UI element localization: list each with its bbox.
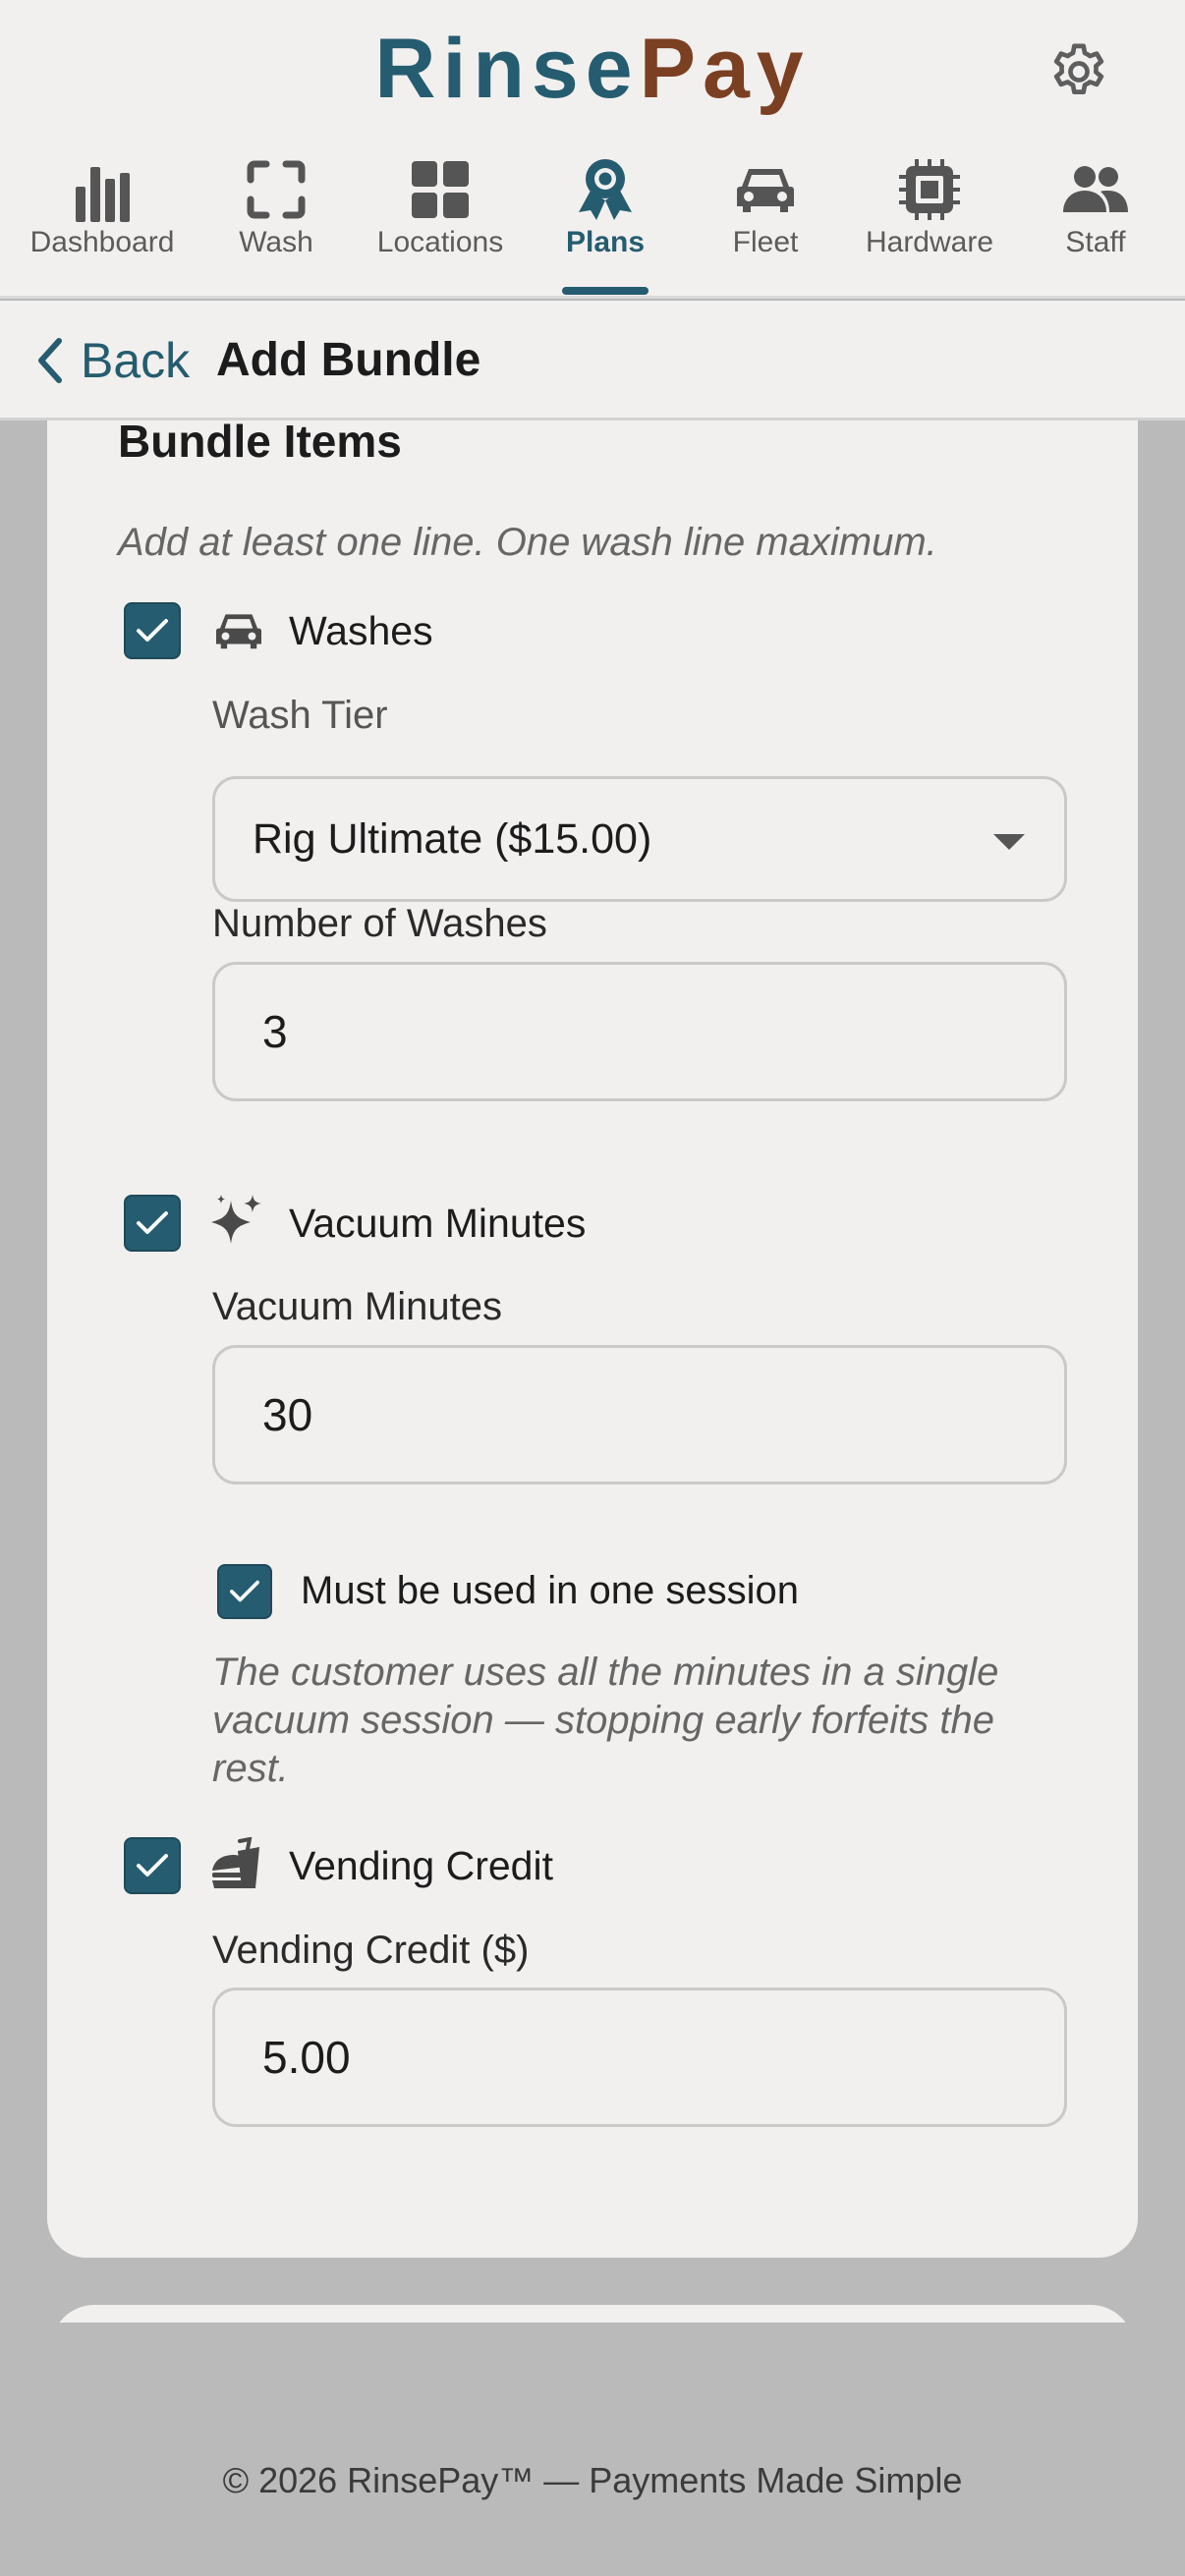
nav-label-staff: Staff [1065, 226, 1126, 258]
nav-item-plans[interactable]: Plans [522, 147, 689, 299]
checkmark-icon [137, 619, 168, 642]
nav-label-plans: Plans [565, 226, 646, 258]
award-ribbon-icon [571, 155, 640, 224]
single-session-help: The customer uses all the minutes in a s… [212, 1651, 999, 1790]
active-tab-indicator [562, 287, 649, 295]
nav-item-locations[interactable]: Locations [357, 147, 524, 299]
settings-button[interactable] [1044, 37, 1113, 106]
car-icon [731, 155, 800, 224]
bar-chart-icon [68, 155, 137, 224]
wash-tier-label: Wash Tier [212, 694, 388, 737]
nav-item-fleet[interactable]: Fleet [682, 147, 849, 299]
vending-credit-value: 5.00 [262, 2032, 351, 2083]
nav-label-hardware: Hardware [865, 226, 994, 258]
grid-icon [406, 155, 475, 224]
section-hint: Add at least one line. One wash line max… [118, 521, 937, 564]
checkmark-icon [230, 1580, 259, 1602]
back-button[interactable]: Back [35, 328, 190, 393]
brand-name-part-1: Rinse [374, 22, 640, 116]
app-header: RinsePay Dashboard Wash Locations Plans … [0, 0, 1185, 299]
nav-item-wash[interactable]: Wash [193, 147, 360, 299]
main-nav: Dashboard Wash Locations Plans Fleet Har… [0, 147, 1185, 299]
checkmark-icon [137, 1854, 168, 1876]
checkmark-icon [137, 1211, 168, 1234]
vacuum-minutes-value: 30 [262, 1389, 313, 1440]
vacuum-minutes-label: Vacuum Minutes [212, 1285, 502, 1328]
wash-count-input[interactable]: 3 [212, 962, 1067, 1101]
scan-frame-icon [242, 155, 310, 224]
vacuum-checkbox[interactable] [124, 1195, 181, 1252]
washes-checkbox[interactable] [124, 602, 181, 659]
footer-text: © 2026 RinsePay™ — Payments Made Simple [222, 2460, 963, 2500]
nav-item-hardware[interactable]: Hardware [846, 147, 1013, 299]
nav-label-locations: Locations [376, 226, 504, 258]
nav-label-dashboard: Dashboard [29, 226, 175, 258]
wash-count-value: 3 [262, 1006, 288, 1057]
subheader-bar: Back Add Bundle [0, 301, 1185, 420]
dropdown-caret-icon [993, 834, 1025, 850]
vending-label: Vending Credit [289, 1843, 553, 1888]
washes-label: Washes [289, 608, 433, 653]
wash-tier-value: Rig Ultimate ($15.00) [253, 814, 652, 863]
nav-item-dashboard[interactable]: Dashboard [19, 147, 186, 299]
vending-credit-input[interactable]: 5.00 [212, 1988, 1067, 2127]
single-session-checkbox[interactable] [217, 1564, 272, 1619]
brand-name-part-2: Pay [639, 22, 811, 116]
chip-icon [895, 155, 964, 224]
chevron-left-icon [38, 338, 62, 383]
section-title: Bundle Items [118, 416, 402, 467]
nav-item-staff[interactable]: Staff [1012, 147, 1179, 299]
vacuum-minutes-input[interactable]: 30 [212, 1345, 1067, 1484]
vending-checkbox[interactable] [124, 1837, 181, 1894]
gear-icon [1053, 43, 1104, 94]
page-bottom-area [0, 2323, 1185, 2576]
sparkles-icon [209, 1193, 264, 1248]
snack-icon [209, 1837, 264, 1892]
car-icon [211, 603, 266, 658]
wash-tier-select[interactable]: Rig Ultimate ($15.00) [212, 776, 1067, 902]
vending-credit-label: Vending Credit ($) [212, 1929, 530, 1972]
wash-count-label: Number of Washes [212, 902, 547, 945]
single-session-label: Must be used in one session [301, 1569, 799, 1612]
vacuum-label: Vacuum Minutes [289, 1201, 587, 1246]
back-label: Back [81, 333, 191, 388]
nav-label-fleet: Fleet [732, 226, 799, 258]
page-title: Add Bundle [216, 334, 481, 386]
people-icon [1061, 155, 1130, 224]
brand-logo: RinsePay [0, 18, 1185, 121]
nav-label-wash: Wash [239, 226, 313, 258]
